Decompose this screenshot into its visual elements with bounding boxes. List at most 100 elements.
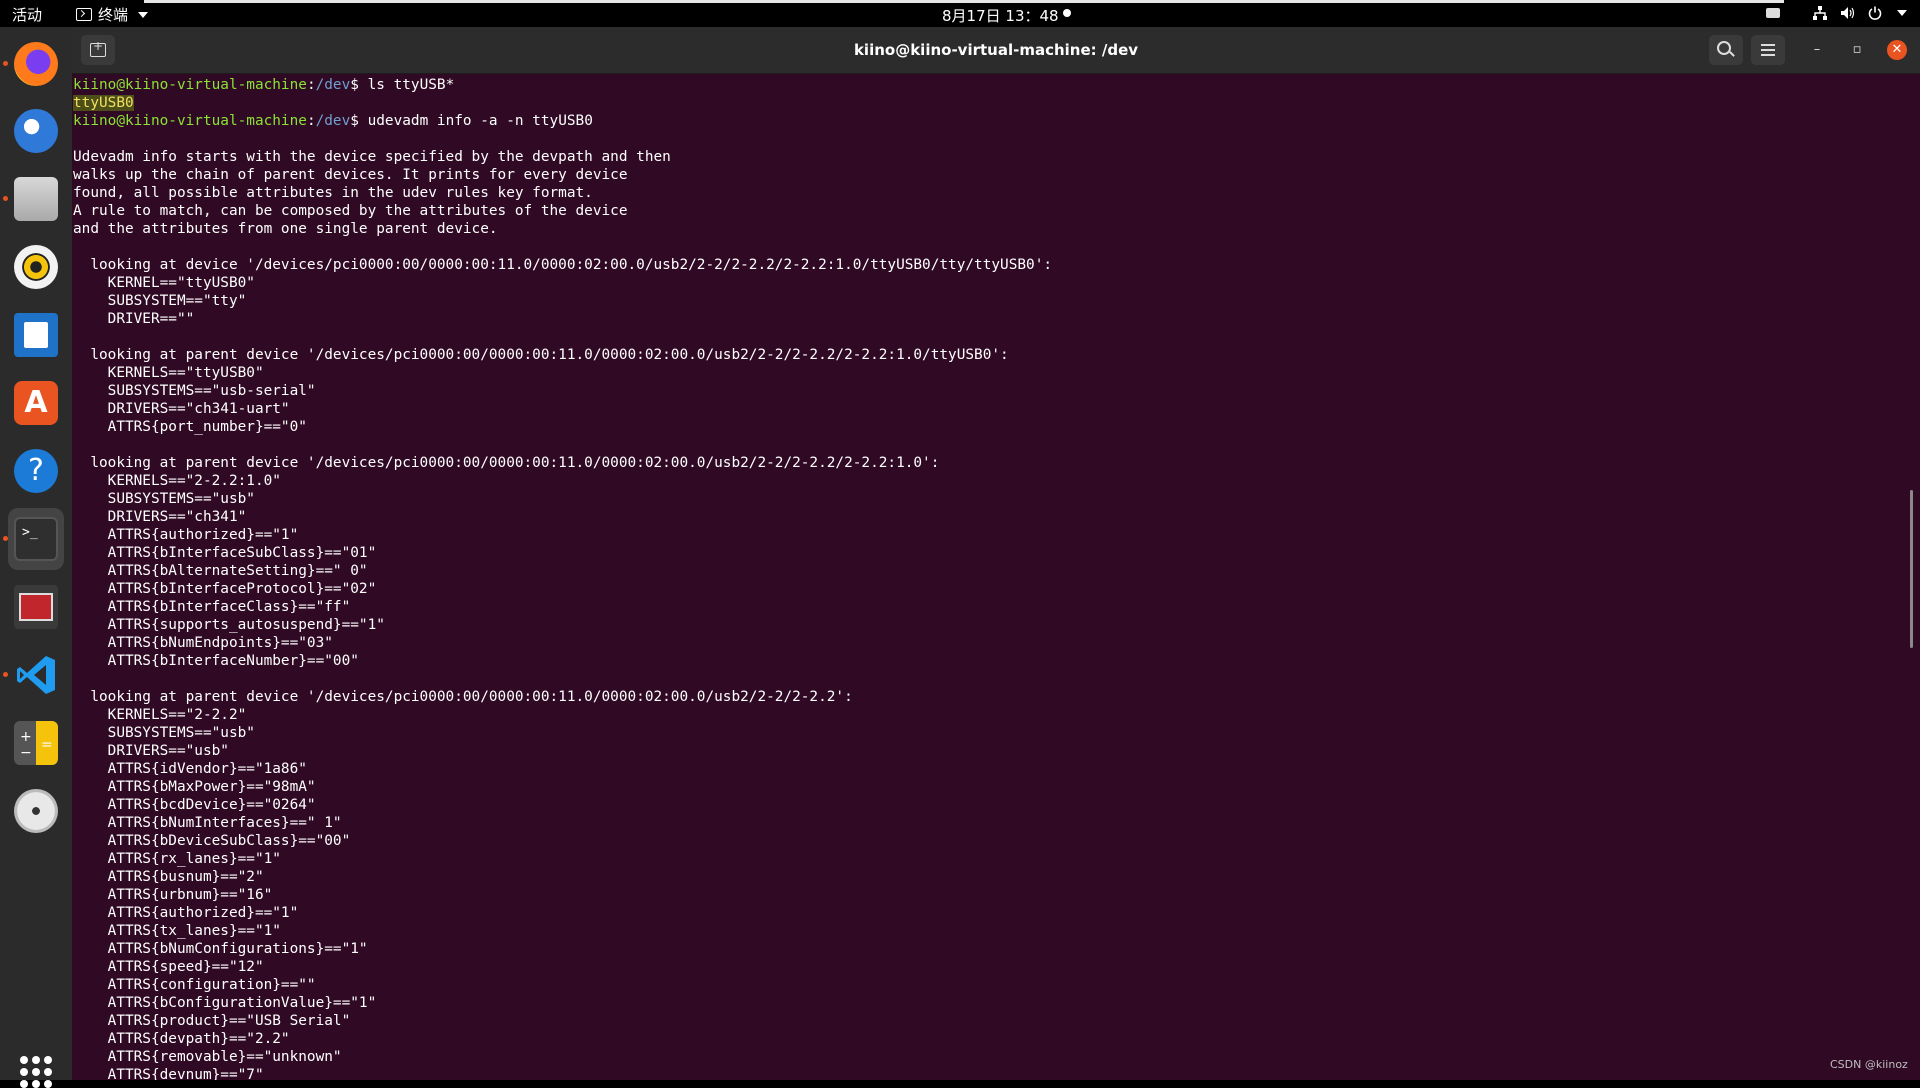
terminal-icon: >_ [14, 517, 58, 561]
output-line: Udevadm info starts with the device spec… [73, 149, 671, 165]
calculator-icon: + − = [14, 721, 58, 765]
output-line: ATTRS{tx_lanes}=="1" [73, 923, 281, 939]
vscode-icon [14, 653, 58, 697]
output-line: DRIVER=="" [73, 311, 195, 327]
ls-result: ttyUSB0 [73, 95, 134, 111]
terminal-window: kiino@kiino-virtual-machine: /dev – ▫ ✕ … [72, 27, 1920, 1080]
dock-thunderbird[interactable] [8, 103, 64, 159]
app-menu[interactable]: 终端 [76, 4, 149, 25]
output-line: ATTRS{bInterfaceSubClass}=="01" [73, 545, 377, 561]
notification-dot-icon [1063, 9, 1071, 17]
terminal-output[interactable]: kiino@kiino-virtual-machine:/dev$ ls tty… [72, 73, 1892, 1080]
terminal-scrollbar[interactable] [1910, 490, 1913, 648]
output-line: ATTRS{bNumConfigurations}=="1" [73, 941, 368, 957]
dock-rhythmbox[interactable] [8, 239, 64, 295]
running-indicator [3, 672, 8, 677]
dock-terminal[interactable]: >_ [3, 508, 64, 570]
output-line: DRIVERS=="ch341-uart" [73, 401, 290, 417]
output-line: ATTRS{port_number}=="0" [73, 419, 307, 435]
chevron-down-icon [138, 11, 149, 18]
new-tab-button[interactable] [81, 35, 115, 65]
dock-vscode[interactable] [3, 647, 64, 703]
command-output: Udevadm info starts with the device spec… [73, 130, 1892, 1080]
output-line: ATTRS{urbnum}=="16" [73, 887, 273, 903]
dock-firefox[interactable] [3, 36, 64, 92]
output-line: and the attributes from one single paren… [73, 221, 498, 237]
dock-calculator[interactable]: + − = [8, 715, 64, 771]
ubuntu-software-icon: A [14, 381, 58, 425]
dock-help[interactable]: ? [8, 443, 64, 499]
system-menu-chevron-icon[interactable] [1893, 3, 1907, 23]
header-bar: kiino@kiino-virtual-machine: /dev – ▫ ✕ [72, 27, 1920, 74]
dock-writer[interactable] [8, 307, 64, 363]
dock-dvd[interactable] [8, 783, 64, 839]
output-line: KERNELS=="2-2.2" [73, 707, 247, 723]
command-text: ls ttyUSB* [358, 77, 455, 93]
hamburger-menu-icon [1761, 49, 1775, 51]
output-line: SUBSYSTEM=="tty" [73, 293, 247, 309]
maximize-button[interactable]: ▫ [1847, 40, 1867, 60]
output-line: ATTRS{devnum}=="7" [73, 1067, 264, 1080]
output-line: SUBSYSTEMS=="usb" [73, 491, 255, 507]
dock-ubuntu-software[interactable]: A [8, 375, 64, 431]
ls-output-line: ttyUSB0 [73, 94, 1892, 112]
output-line: looking at parent device '/devices/pci00… [73, 455, 940, 471]
dock-files[interactable] [3, 171, 64, 227]
watermark: CSDN @kiinoz [1830, 1058, 1908, 1071]
power-icon[interactable] [1868, 3, 1882, 23]
files-icon [14, 177, 58, 221]
output-line: ATTRS{authorized}=="1" [73, 905, 299, 921]
serial-tool-icon [14, 585, 58, 629]
activities-button[interactable]: 活动 [12, 4, 42, 25]
prompt-path: /dev [315, 77, 351, 93]
svg-text:=: = [41, 737, 53, 753]
menu-button[interactable] [1751, 35, 1785, 65]
prompt-user: kiino@kiino-virtual-machine [73, 77, 307, 93]
command-line-2: kiino@kiino-virtual-machine:/dev$ udevad… [73, 112, 1892, 130]
network-icon[interactable] [1813, 3, 1827, 23]
output-line: ATTRS{supports_autosuspend}=="1" [73, 617, 385, 633]
output-line: ATTRS{bMaxPower}=="98mA" [73, 779, 316, 795]
output-line: DRIVERS=="ch341" [73, 509, 247, 525]
dock-serial-tool[interactable] [8, 579, 64, 635]
output-line: ATTRS{bConfigurationValue}=="1" [73, 995, 377, 1011]
close-button[interactable]: ✕ [1887, 40, 1907, 60]
running-indicator [3, 61, 8, 66]
search-icon [1717, 41, 1731, 55]
output-line: SUBSYSTEMS=="usb" [73, 725, 255, 741]
thunderbird-icon [14, 109, 58, 153]
help-icon: ? [14, 449, 58, 493]
output-line: ATTRS{product}=="USB Serial" [73, 1013, 351, 1029]
output-line: KERNEL=="ttyUSB0" [73, 275, 255, 291]
libreoffice-writer-icon [14, 313, 58, 357]
top-bar: 活动 终端 8月17日 13：48 [0, 0, 1920, 27]
search-button[interactable] [1709, 35, 1743, 65]
output-line: KERNELS=="ttyUSB0" [73, 365, 264, 381]
top-progress-line [144, 0, 1784, 3]
running-indicator [3, 196, 8, 201]
minimize-button[interactable]: – [1807, 40, 1827, 60]
firefox-icon [14, 42, 58, 86]
output-line: ATTRS{bNumEndpoints}=="03" [73, 635, 333, 651]
volume-icon[interactable] [1840, 3, 1855, 23]
output-line: looking at device '/devices/pci0000:00/0… [73, 257, 1053, 273]
clock[interactable]: 8月17日 13：48 [942, 5, 1059, 26]
terminal-icon [76, 8, 92, 21]
output-line: ATTRS{removable}=="unknown" [73, 1049, 342, 1065]
output-line: walks up the chain of parent devices. It… [73, 167, 628, 183]
output-line: looking at parent device '/devices/pci00… [73, 689, 853, 705]
show-applications-icon[interactable] [20, 1056, 52, 1088]
output-line: ATTRS{authorized}=="1" [73, 527, 299, 543]
keyboard-icon[interactable] [1766, 8, 1780, 18]
output-line: looking at parent device '/devices/pci00… [73, 347, 1009, 363]
output-line: ATTRS{bcdDevice}=="0264" [73, 797, 316, 813]
output-line: ATTRS{bInterfaceClass}=="ff" [73, 599, 351, 615]
output-line: ATTRS{bDeviceSubClass}=="00" [73, 833, 351, 849]
output-line: ATTRS{idVendor}=="1a86" [73, 761, 307, 777]
app-menu-label: 终端 [98, 6, 129, 24]
